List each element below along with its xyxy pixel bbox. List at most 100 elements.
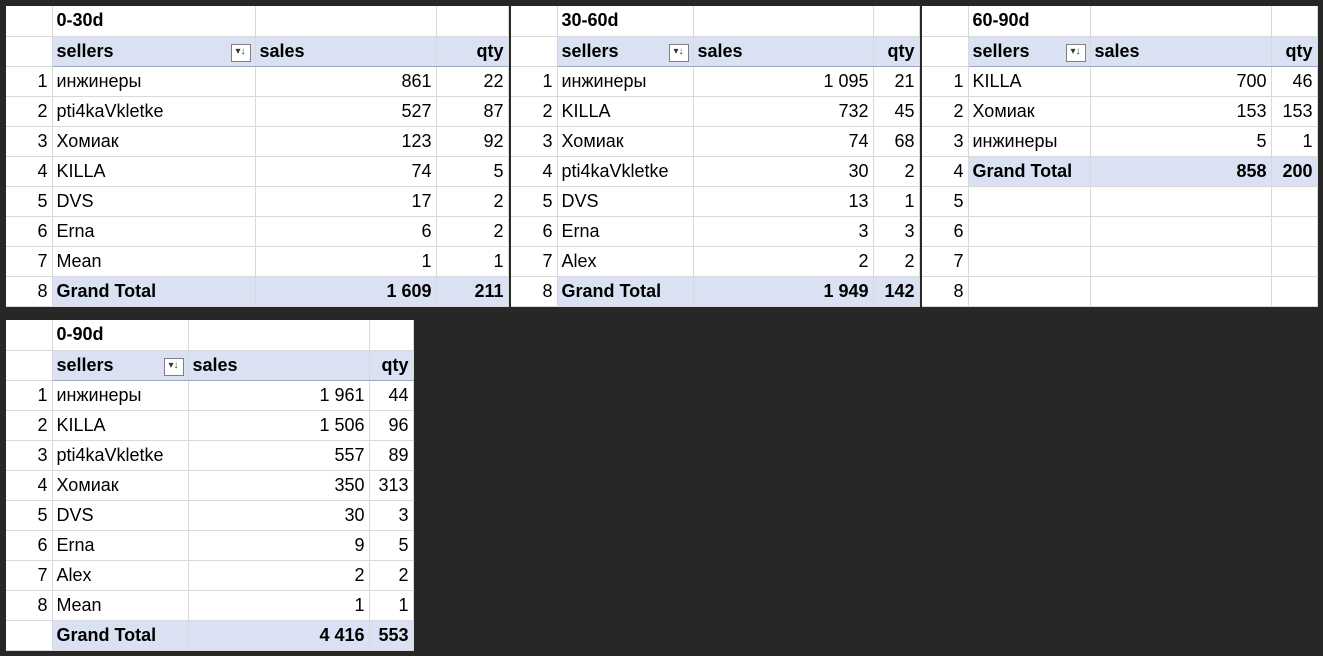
qty-cell[interactable]: 89 [369,440,414,471]
empty-cell[interactable] [968,276,1091,307]
seller-cell[interactable]: Alex [52,560,189,591]
qty-cell[interactable]: 153 [1271,96,1318,127]
sales-cell[interactable]: 700 [1090,66,1272,97]
sales-cell[interactable]: 5 [1090,126,1272,157]
filter-sort-icon[interactable]: ▾↓ [1065,43,1086,62]
qty-cell[interactable]: 2 [369,560,414,591]
seller-cell[interactable]: Хомиак [557,126,694,157]
seller-cell[interactable]: Хомиак [968,96,1091,127]
qty-cell[interactable]: 5 [436,156,509,187]
header-sellers[interactable]: sellers ▾↓ [52,36,256,67]
qty-cell[interactable]: 1 [873,186,920,217]
table-row: 3 Хомиак 74 68 [511,126,920,157]
sales-cell[interactable]: 153 [1090,96,1272,127]
seller-cell[interactable]: DVS [557,186,694,217]
qty-cell[interactable]: 1 [1271,126,1318,157]
sales-cell[interactable]: 350 [188,470,370,501]
seller-cell[interactable]: инжинеры [968,126,1091,157]
sales-cell[interactable]: 732 [693,96,874,127]
sales-cell[interactable]: 123 [255,126,437,157]
seller-cell[interactable]: инжинеры [52,380,189,411]
sales-cell[interactable]: 1 095 [693,66,874,97]
sales-cell[interactable]: 2 [188,560,370,591]
seller-cell[interactable]: Хомиак [52,470,189,501]
sales-cell[interactable]: 3 [693,216,874,247]
qty-cell[interactable]: 1 [369,590,414,621]
qty-cell[interactable]: 2 [436,216,509,247]
row-index: 7 [6,560,53,591]
qty-cell[interactable]: 92 [436,126,509,157]
qty-cell[interactable]: 45 [873,96,920,127]
seller-cell[interactable]: DVS [52,500,189,531]
qty-cell[interactable]: 2 [873,156,920,187]
seller-cell[interactable]: инжинеры [557,66,694,97]
qty-cell[interactable]: 96 [369,410,414,441]
seller-cell[interactable]: Mean [52,246,256,277]
seller-cell[interactable]: Erna [52,530,189,561]
seller-cell[interactable]: Mean [52,590,189,621]
sales-cell[interactable]: 1 961 [188,380,370,411]
header-sellers[interactable]: sellers ▾↓ [52,350,189,381]
sales-cell[interactable]: 13 [693,186,874,217]
empty-cell[interactable] [968,216,1091,247]
qty-cell[interactable]: 5 [369,530,414,561]
seller-cell[interactable]: KILLA [52,410,189,441]
empty-cell[interactable] [1090,186,1272,217]
sales-cell[interactable]: 1 [255,246,437,277]
sales-cell[interactable]: 527 [255,96,437,127]
empty-cell[interactable] [1271,186,1318,217]
qty-cell[interactable]: 3 [873,216,920,247]
qty-cell[interactable]: 1 [436,246,509,277]
seller-cell[interactable]: инжинеры [52,66,256,97]
sales-cell[interactable]: 30 [188,500,370,531]
seller-cell[interactable]: pti4kaVkletke [52,440,189,471]
row-index: 1 [511,66,558,97]
seller-cell[interactable]: Alex [557,246,694,277]
filter-sort-icon[interactable]: ▾↓ [668,43,689,62]
seller-cell[interactable]: KILLA [968,66,1091,97]
qty-cell[interactable]: 313 [369,470,414,501]
sales-cell[interactable]: 6 [255,216,437,247]
qty-cell[interactable]: 3 [369,500,414,531]
empty-cell[interactable] [1271,216,1318,247]
sales-cell[interactable]: 861 [255,66,437,97]
empty-cell[interactable] [1271,276,1318,307]
qty-cell[interactable]: 2 [436,186,509,217]
header-sellers[interactable]: sellers ▾↓ [557,36,694,67]
sales-cell[interactable]: 557 [188,440,370,471]
empty-cell[interactable] [1090,246,1272,277]
sales-cell[interactable]: 1 506 [188,410,370,441]
sales-cell[interactable]: 74 [693,126,874,157]
empty-cell[interactable] [1090,216,1272,247]
sales-cell[interactable]: 17 [255,186,437,217]
seller-cell[interactable]: pti4kaVkletke [557,156,694,187]
qty-cell[interactable]: 68 [873,126,920,157]
qty-cell[interactable]: 2 [873,246,920,277]
filter-sort-icon[interactable]: ▾↓ [230,43,251,62]
empty-cell[interactable] [1090,276,1272,307]
sales-cell[interactable]: 9 [188,530,370,561]
row-index: 5 [922,186,969,217]
seller-cell[interactable]: DVS [52,186,256,217]
seller-cell[interactable]: pti4kaVkletke [52,96,256,127]
sales-cell[interactable]: 1 [188,590,370,621]
qty-cell[interactable]: 21 [873,66,920,97]
seller-cell[interactable]: KILLA [52,156,256,187]
seller-cell[interactable]: KILLA [557,96,694,127]
qty-cell[interactable]: 22 [436,66,509,97]
header-sellers[interactable]: sellers ▾↓ [968,36,1091,67]
empty-cell[interactable] [968,246,1091,277]
table-row: 2 KILLA 1 506 96 [6,410,414,441]
sales-cell[interactable]: 2 [693,246,874,277]
seller-cell[interactable]: Хомиак [52,126,256,157]
qty-cell[interactable]: 87 [436,96,509,127]
sales-cell[interactable]: 74 [255,156,437,187]
qty-cell[interactable]: 44 [369,380,414,411]
empty-cell[interactable] [1271,246,1318,277]
seller-cell[interactable]: Erna [52,216,256,247]
qty-cell[interactable]: 46 [1271,66,1318,97]
sales-cell[interactable]: 30 [693,156,874,187]
seller-cell[interactable]: Erna [557,216,694,247]
empty-cell[interactable] [968,186,1091,217]
filter-sort-icon[interactable]: ▾↓ [163,357,184,376]
